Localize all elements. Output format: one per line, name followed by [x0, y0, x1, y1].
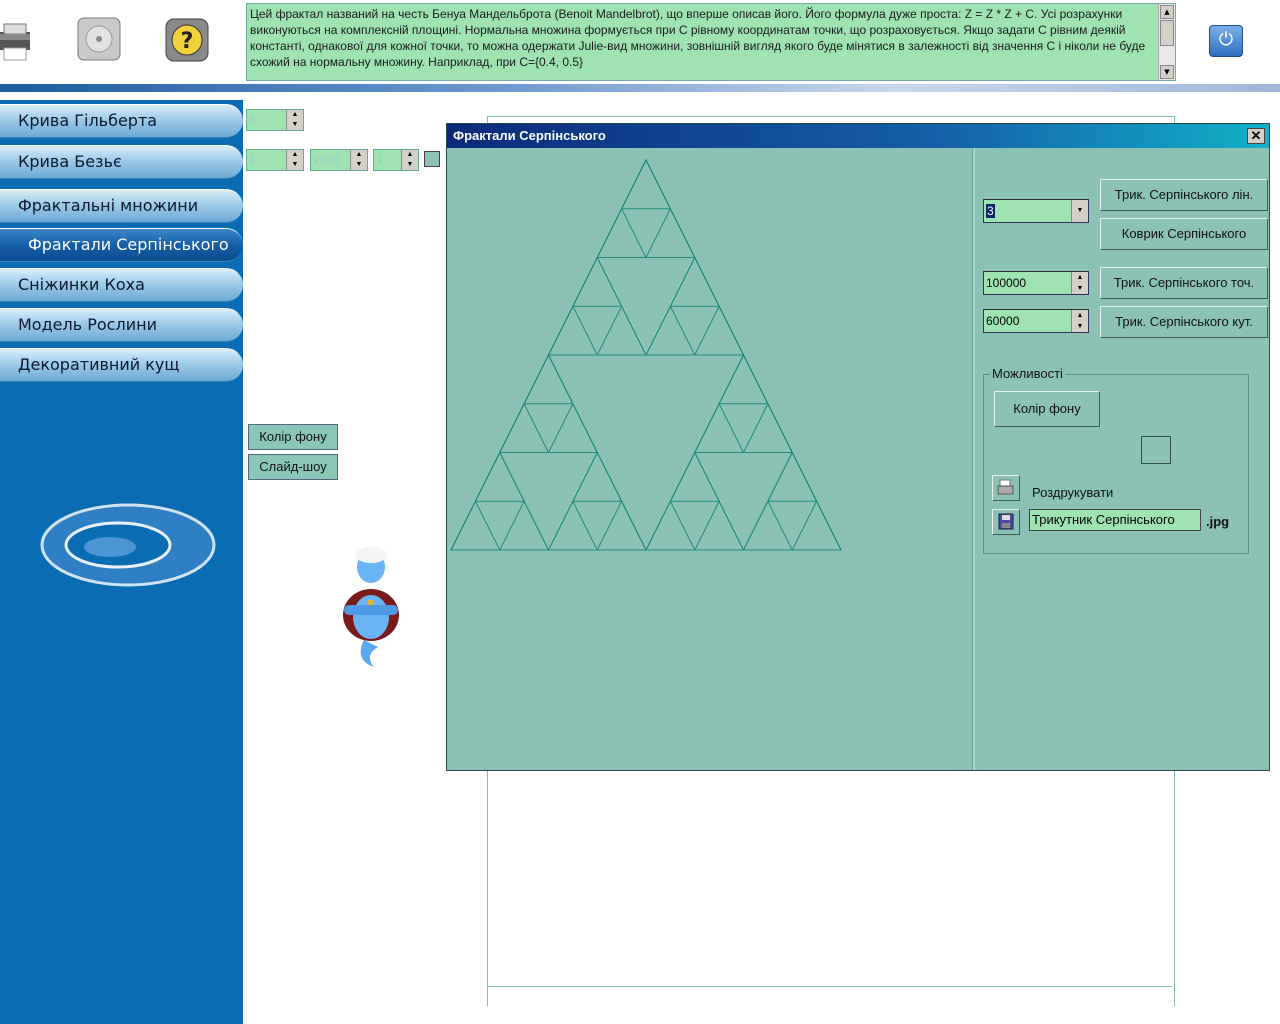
points-stepper[interactable]: 100000 ▲ ▼ [983, 271, 1089, 295]
svg-text:?: ? [181, 29, 194, 54]
stepper-arrows-icon[interactable]: ▲ ▼ [1071, 272, 1088, 294]
help-icon[interactable]: ? [165, 18, 209, 62]
top-toolbar: ? Цей фрактал названий на честь Бенуа Ма… [0, 0, 1280, 88]
disk-icon[interactable] [76, 16, 121, 61]
scroll-down-icon[interactable]: ▼ [1160, 65, 1174, 79]
triangle-edge [474, 451, 525, 502]
stepper-arrows-icon[interactable]: ▲ ▼ [350, 150, 367, 170]
menu-item-koch[interactable]: Сніжинки Коха [0, 268, 243, 302]
sierpinski-triangle [450, 158, 842, 551]
triangle-edge [596, 207, 647, 258]
frame-bottom-line [487, 986, 1172, 987]
triangle-edge [523, 353, 574, 405]
menu-item-plant[interactable]: Модель Рослини [0, 308, 243, 342]
triangle-edge [645, 500, 696, 551]
stepper-arrows-icon[interactable]: ▲ ▼ [286, 150, 303, 170]
param1-stepper[interactable]: 1 ▲ ▼ [246, 149, 304, 171]
dialog-title: Фрактали Серпінського [453, 128, 606, 143]
print-icon[interactable] [992, 475, 1020, 501]
triangle-edge [742, 500, 794, 551]
sierpinski-points-button[interactable]: Трик. Серпінського точ. [1100, 267, 1268, 299]
triangle-edge [596, 305, 647, 356]
depth-stepper[interactable]: 5 ▲ ▼ [246, 109, 304, 131]
sierpinski-lines-button[interactable]: Трик. Серпінського лін. [1100, 179, 1268, 211]
menu-item-bush[interactable]: Декоративний кущ [0, 348, 243, 382]
angle-stepper[interactable]: 60000 ▲ ▼ [983, 309, 1089, 333]
triangle-edge [693, 500, 745, 551]
options-group: Можливості Колір фону Роздрукувати Трику… [983, 366, 1249, 554]
stepper-arrows-icon[interactable]: ▲ ▼ [286, 110, 303, 130]
sierpinski-dialog: Фрактали Серпінського ✕ 3 ▼ Трик. Серпін… [446, 123, 1270, 771]
color-swatch[interactable] [424, 151, 440, 167]
sidebar: Крива Гільберта Крива Безьє Фрактальні м… [0, 100, 243, 1024]
menu-item-bezier[interactable]: Крива Безьє [0, 145, 243, 179]
print-label: Роздрукувати [1032, 485, 1114, 500]
stepper-arrows-icon[interactable]: ▲ ▼ [401, 150, 418, 170]
triangle-edge [547, 500, 599, 551]
sierpinski-carpet-button[interactable]: Коврик Серпінського [1100, 218, 1268, 250]
description-textarea[interactable]: Цей фрактал названий на честь Бенуа Манд… [246, 3, 1176, 81]
depth-select[interactable]: 3 ▼ [983, 199, 1089, 223]
description-scrollbar[interactable]: ▲ ▼ [1158, 4, 1175, 80]
menu-item-sierpinski[interactable]: Фрактали Серпінського [0, 228, 243, 262]
menu-item-fractal-sets[interactable]: Фрактальні множини [0, 189, 243, 223]
stepper-arrows-icon[interactable]: ▲ ▼ [1071, 310, 1088, 332]
triangle-edge [498, 402, 550, 453]
genie-mascot-icon [334, 545, 408, 670]
scroll-up-icon[interactable]: ▲ [1160, 5, 1174, 19]
triangle-edge [718, 353, 769, 405]
triangle-edge [669, 256, 720, 307]
triangle-edge [572, 256, 623, 307]
param1-value: 1 [249, 153, 256, 167]
triangle-edge [498, 500, 550, 551]
description-text: Цей фрактал названий на честь Бенуа Манд… [250, 7, 1146, 69]
triangle-edge [450, 500, 501, 551]
filename-input[interactable]: Трикутник Серпінського [1029, 509, 1201, 531]
frame-top-line [487, 116, 1175, 117]
depth-value: 5 [249, 113, 256, 127]
bg-color-button[interactable]: Колір фону [248, 424, 338, 450]
fractal-canvas [447, 148, 973, 770]
dialog-titlebar[interactable]: Фрактали Серпінського ✕ [447, 124, 1269, 148]
power-icon[interactable]: ⏻ [1209, 25, 1243, 57]
angle-value: 60000 [986, 314, 1020, 328]
points-value: 100000 [986, 276, 1027, 290]
save-icon[interactable] [992, 509, 1020, 535]
triangle-edge [596, 500, 647, 551]
param2-value: 2000 [313, 153, 340, 167]
triangle-edge [693, 402, 745, 453]
triangle-edge [742, 402, 794, 453]
param2-stepper[interactable]: 2000 ▲ ▼ [310, 149, 368, 171]
panel-divider [972, 148, 975, 770]
file-extension-label: .jpg [1206, 514, 1230, 529]
triangle-edge [645, 305, 696, 356]
param3-value: 1 [376, 153, 383, 167]
menu-item-hilbert[interactable]: Крива Гільберта [0, 104, 243, 138]
color-preview-swatch[interactable] [1141, 436, 1171, 464]
triangle-edge [620, 158, 672, 210]
scroll-thumb[interactable] [1160, 20, 1174, 46]
logo-icon [40, 500, 216, 590]
printer-icon[interactable] [0, 18, 34, 64]
close-icon[interactable]: ✕ [1247, 128, 1265, 144]
triangle-edge [645, 207, 696, 258]
header-band [0, 84, 1280, 92]
chevron-down-icon[interactable]: ▼ [1071, 200, 1088, 222]
options-bg-color-button[interactable]: Колір фону [994, 391, 1100, 427]
param3-stepper[interactable]: 1 ▲ ▼ [373, 149, 419, 171]
triangle-edge [547, 305, 599, 356]
triangle-edge [791, 500, 842, 551]
triangle-edge [767, 451, 818, 502]
slideshow-button[interactable]: Слайд-шоу [248, 454, 338, 480]
sierpinski-angle-button[interactable]: Трик. Серпінського кут. [1100, 306, 1268, 338]
triangle-edge [547, 402, 599, 453]
triangle-edge [693, 305, 745, 356]
triangle-edge [572, 451, 623, 502]
depth-select-value: 3 [986, 204, 995, 218]
triangle-edge [669, 451, 720, 502]
options-group-label: Можливості [990, 366, 1065, 381]
